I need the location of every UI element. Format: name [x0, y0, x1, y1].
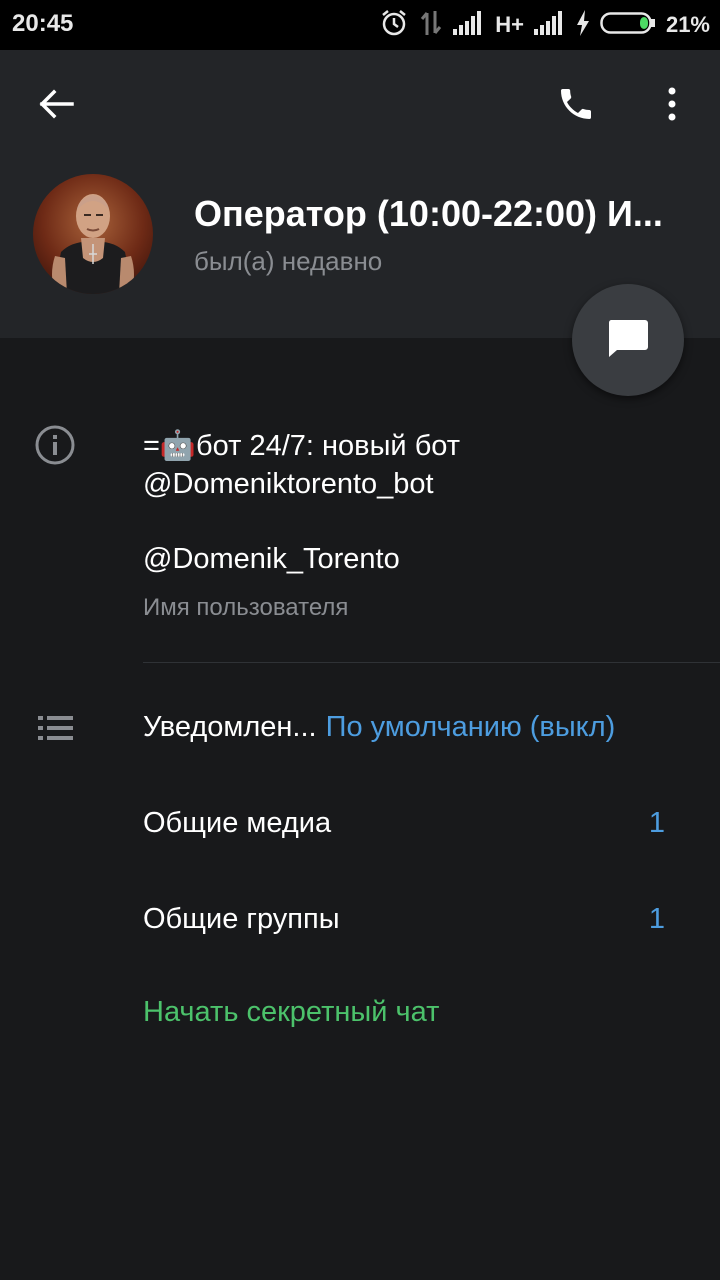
- status-time: 20:45: [12, 10, 74, 37]
- shared-media-row[interactable]: Общие медиа 1: [143, 793, 673, 853]
- more-vertical-icon: [666, 86, 678, 127]
- notifications-label: Уведомлен...: [143, 710, 317, 743]
- more-options-button[interactable]: [648, 82, 696, 130]
- charging-icon: [576, 9, 590, 41]
- username-label: Имя пользователя: [143, 594, 349, 621]
- phone-icon: [556, 84, 596, 129]
- start-secret-chat-button[interactable]: Начать секретный чат: [143, 996, 439, 1029]
- bot-link[interactable]: @Domeniktorento_bot: [143, 465, 703, 503]
- shared-groups-label: Общие группы: [143, 902, 340, 935]
- send-message-button[interactable]: [572, 284, 684, 396]
- last-seen-status: был(а) недавно: [194, 246, 383, 276]
- network-type: H+: [495, 12, 524, 37]
- bio: =🤖бот 24/7: новый бот @Domeniktorento_bo…: [143, 427, 703, 503]
- message-icon: [607, 318, 649, 363]
- status-bar: 20:45 H+ 21%: [0, 0, 720, 50]
- signal-icon: [533, 10, 566, 40]
- divider: [143, 662, 720, 663]
- shared-groups-count: 1: [648, 902, 665, 935]
- data-transfer-icon: [419, 9, 443, 42]
- shared-groups-row[interactable]: Общие группы 1: [143, 889, 673, 949]
- bio-line: =🤖бот 24/7: новый бот: [143, 430, 461, 462]
- shared-media-count: 1: [648, 806, 665, 839]
- avatar[interactable]: [33, 174, 153, 294]
- alarm-icon: [379, 8, 409, 43]
- info-icon: [34, 424, 76, 466]
- list-icon: [36, 714, 76, 742]
- notifications-row[interactable]: Уведомлен... По умолчанию (выкл): [143, 697, 673, 757]
- username[interactable]: @Domenik_Torento: [143, 543, 400, 576]
- back-button[interactable]: [20, 86, 92, 126]
- battery-icon: [600, 11, 656, 40]
- contact-name: Оператор (10:00-22:00) И...: [194, 193, 663, 234]
- signal-icon: [453, 10, 485, 40]
- back-arrow-icon: [38, 89, 74, 124]
- status-icons: H+ 21%: [379, 8, 710, 42]
- shared-media-label: Общие медиа: [143, 806, 332, 839]
- battery-percent: 21%: [665, 12, 710, 37]
- notifications-value: По умолчанию (выкл): [325, 710, 616, 743]
- call-button[interactable]: [548, 82, 604, 130]
